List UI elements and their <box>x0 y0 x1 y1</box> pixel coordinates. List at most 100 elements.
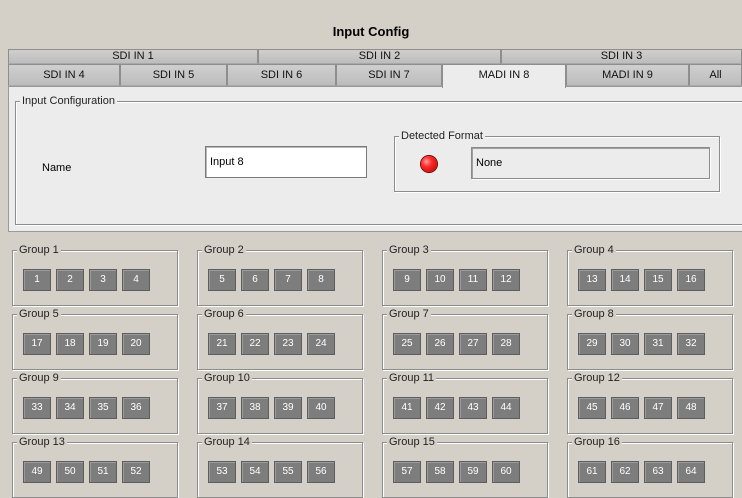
channel-button[interactable]: 53 <box>208 461 236 483</box>
tab-sdi-in-1[interactable]: SDI IN 1 <box>8 49 258 64</box>
group-box-16: Group 16 61 62 63 64 <box>567 435 733 498</box>
channel-button[interactable]: 4 <box>122 269 150 291</box>
channel-button[interactable]: 3 <box>89 269 117 291</box>
channel-button[interactable]: 39 <box>274 397 302 419</box>
group-label: Group 9 <box>17 371 61 385</box>
group-box-12: Group 12 45 46 47 48 <box>567 371 733 434</box>
channel-button[interactable]: 27 <box>459 333 487 355</box>
channel-button[interactable]: 13 <box>578 269 606 291</box>
tab-madi-in-8[interactable]: MADI IN 8 <box>442 64 566 88</box>
channel-button[interactable]: 45 <box>578 397 606 419</box>
group-label: Group 4 <box>572 243 616 257</box>
channel-button[interactable]: 18 <box>56 333 84 355</box>
channel-button[interactable]: 64 <box>677 461 705 483</box>
detected-format-group: Detected Format None <box>394 129 720 192</box>
group-box-9: Group 9 33 34 35 36 <box>12 371 178 434</box>
channel-button[interactable]: 38 <box>241 397 269 419</box>
group-box-5: Group 5 17 18 19 20 <box>12 307 178 370</box>
channel-button[interactable]: 22 <box>241 333 269 355</box>
group-label: Group 12 <box>572 371 622 385</box>
detected-format-legend: Detected Format <box>399 129 485 143</box>
channel-button[interactable]: 5 <box>208 269 236 291</box>
channel-button[interactable]: 41 <box>393 397 421 419</box>
channel-button[interactable]: 29 <box>578 333 606 355</box>
tab-sdi-in-5[interactable]: SDI IN 5 <box>120 64 227 86</box>
channel-button[interactable]: 35 <box>89 397 117 419</box>
tab-all[interactable]: All <box>689 64 742 86</box>
detected-format-field: None <box>471 147 710 179</box>
channel-button[interactable]: 21 <box>208 333 236 355</box>
channel-button[interactable]: 36 <box>122 397 150 419</box>
channel-button[interactable]: 7 <box>274 269 302 291</box>
channel-button[interactable]: 57 <box>393 461 421 483</box>
input-configuration-legend: Input Configuration <box>20 94 117 108</box>
channel-button[interactable]: 25 <box>393 333 421 355</box>
channel-button[interactable]: 23 <box>274 333 302 355</box>
group-label: Group 11 <box>387 371 437 385</box>
tab-sdi-in-3[interactable]: SDI IN 3 <box>501 49 742 64</box>
channel-button[interactable]: 43 <box>459 397 487 419</box>
tab-sdi-in-2[interactable]: SDI IN 2 <box>258 49 501 64</box>
channel-button[interactable]: 56 <box>307 461 335 483</box>
channel-button[interactable]: 54 <box>241 461 269 483</box>
tab-sdi-in-6[interactable]: SDI IN 6 <box>227 64 336 86</box>
tab-sdi-in-4[interactable]: SDI IN 4 <box>8 64 120 86</box>
status-led-icon <box>421 156 437 172</box>
group-box-7: Group 7 25 26 27 28 <box>382 307 548 370</box>
channel-button[interactable]: 9 <box>393 269 421 291</box>
channel-button[interactable]: 58 <box>426 461 454 483</box>
name-field[interactable] <box>205 146 367 178</box>
tab-sdi-in-7[interactable]: SDI IN 7 <box>336 64 442 86</box>
group-label: Group 3 <box>387 243 431 257</box>
group-label: Group 14 <box>202 435 252 449</box>
channel-button[interactable]: 8 <box>307 269 335 291</box>
channel-button[interactable]: 55 <box>274 461 302 483</box>
channel-button[interactable]: 60 <box>492 461 520 483</box>
channel-button[interactable]: 47 <box>644 397 672 419</box>
channel-button[interactable]: 28 <box>492 333 520 355</box>
channel-button[interactable]: 50 <box>56 461 84 483</box>
group-box-2: Group 2 5678 <box>197 243 363 306</box>
channel-button[interactable]: 2 <box>56 269 84 291</box>
channel-button[interactable]: 26 <box>426 333 454 355</box>
channel-button[interactable]: 19 <box>89 333 117 355</box>
channel-button[interactable]: 24 <box>307 333 335 355</box>
name-label: Name <box>42 162 72 174</box>
channel-button[interactable]: 42 <box>426 397 454 419</box>
channel-button[interactable]: 52 <box>122 461 150 483</box>
channel-button[interactable]: 11 <box>459 269 487 291</box>
channel-button[interactable]: 51 <box>89 461 117 483</box>
channel-button[interactable]: 6 <box>241 269 269 291</box>
channel-button[interactable]: 12 <box>492 269 520 291</box>
group-box-1: Group 1 1234 <box>12 243 178 306</box>
channel-button[interactable]: 1 <box>23 269 51 291</box>
group-label: Group 5 <box>17 307 61 321</box>
channel-button[interactable]: 44 <box>492 397 520 419</box>
channel-button[interactable]: 63 <box>644 461 672 483</box>
channel-button[interactable]: 61 <box>578 461 606 483</box>
channel-button[interactable]: 59 <box>459 461 487 483</box>
group-label: Group 15 <box>387 435 437 449</box>
channel-button[interactable]: 37 <box>208 397 236 419</box>
channel-button[interactable]: 62 <box>611 461 639 483</box>
channel-button[interactable]: 48 <box>677 397 705 419</box>
channel-button[interactable]: 14 <box>611 269 639 291</box>
channel-button[interactable]: 16 <box>677 269 705 291</box>
channel-button[interactable]: 33 <box>23 397 51 419</box>
tab-madi-in-9[interactable]: MADI IN 9 <box>566 64 689 86</box>
channel-button[interactable]: 20 <box>122 333 150 355</box>
channel-button[interactable]: 17 <box>23 333 51 355</box>
channel-button[interactable]: 10 <box>426 269 454 291</box>
channel-button[interactable]: 15 <box>644 269 672 291</box>
channel-button[interactable]: 31 <box>644 333 672 355</box>
channel-button[interactable]: 46 <box>611 397 639 419</box>
group-box-8: Group 8 29 30 31 32 <box>567 307 733 370</box>
channel-button[interactable]: 32 <box>677 333 705 355</box>
channel-button[interactable]: 30 <box>611 333 639 355</box>
channel-button[interactable]: 34 <box>56 397 84 419</box>
channel-button[interactable]: 49 <box>23 461 51 483</box>
page-title: Input Config <box>332 24 410 39</box>
group-label: Group 13 <box>17 435 67 449</box>
group-box-11: Group 11 41 42 43 44 <box>382 371 548 434</box>
channel-button[interactable]: 40 <box>307 397 335 419</box>
